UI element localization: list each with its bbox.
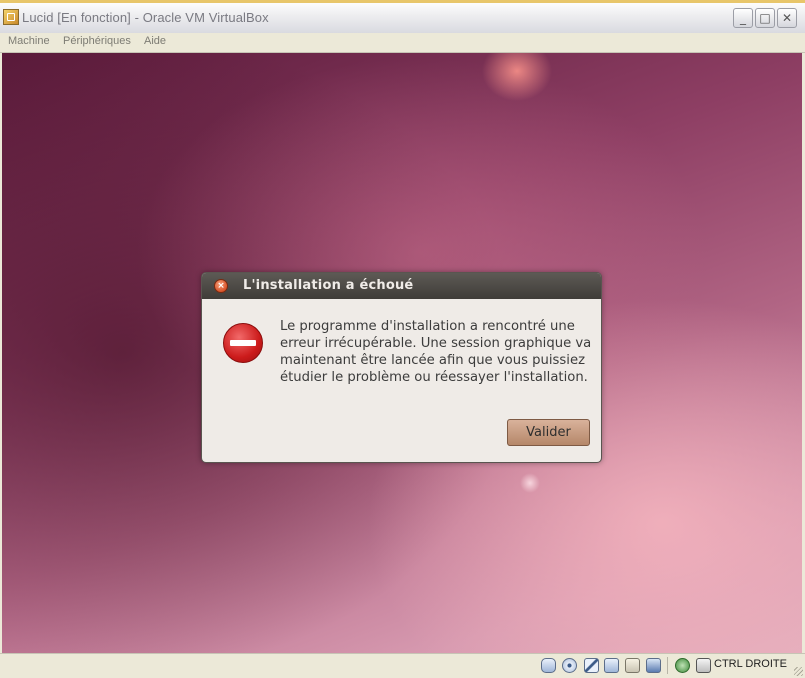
- status-separator: [667, 657, 668, 674]
- error-icon: [223, 323, 263, 363]
- cd-icon[interactable]: [562, 658, 577, 673]
- shared-folder-icon[interactable]: [625, 658, 640, 673]
- menu-machine[interactable]: Machine: [8, 35, 50, 47]
- close-button[interactable]: ✕: [777, 8, 797, 28]
- status-bar: CTRL DROITE: [0, 653, 805, 678]
- remote-display-icon[interactable]: [646, 658, 661, 673]
- hard-disk-icon[interactable]: [541, 658, 556, 673]
- maximize-button[interactable]: □: [755, 8, 775, 28]
- network-icon[interactable]: [604, 658, 619, 673]
- menu-peripheriques[interactable]: Périphériques: [63, 35, 131, 47]
- minimize-button[interactable]: _: [733, 8, 753, 28]
- window-titlebar[interactable]: Lucid [En fonction] - Oracle VM VirtualB…: [0, 0, 805, 33]
- dialog-message: Le programme d'installation a rencontré …: [280, 319, 592, 385]
- dialog-titlebar[interactable]: × L'installation a échoué: [202, 273, 601, 299]
- menu-bar: Machine Périphériques Aide: [0, 33, 805, 53]
- keyboard-capture-icon[interactable]: [696, 658, 711, 673]
- resize-grip-icon[interactable]: [794, 667, 803, 676]
- dialog-title: L'installation a échoué: [243, 278, 414, 293]
- window-title: Lucid [En fonction] - Oracle VM VirtualB…: [22, 10, 269, 25]
- error-dialog: × L'installation a échoué Le programme d…: [201, 272, 602, 463]
- menu-aide[interactable]: Aide: [144, 35, 166, 47]
- valider-button[interactable]: Valider: [507, 419, 590, 446]
- mouse-integration-icon[interactable]: [675, 658, 690, 673]
- usb-icon[interactable]: [584, 658, 599, 673]
- host-key-label: CTRL DROITE: [714, 658, 787, 670]
- virtualbox-app-icon: [3, 9, 19, 25]
- dialog-close-icon[interactable]: ×: [214, 279, 228, 293]
